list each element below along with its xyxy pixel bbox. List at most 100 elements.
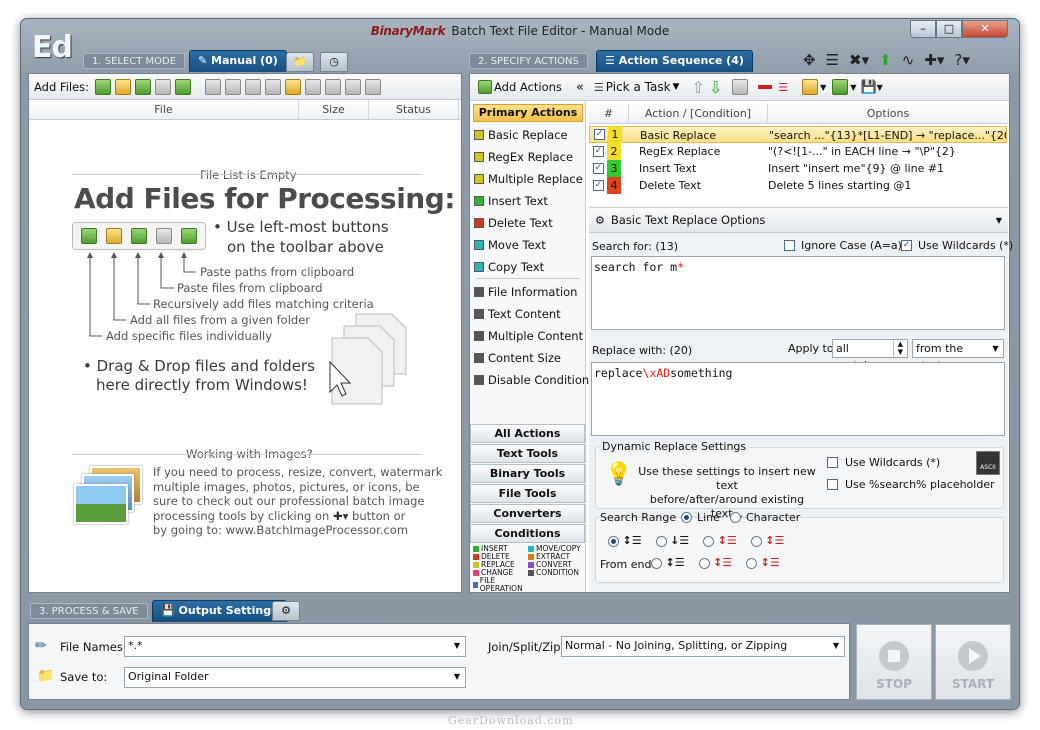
from-select[interactable]: from the start ▼ [912,339,1004,372]
action-item[interactable]: Delete Text [472,213,553,233]
maximize-button[interactable]: □ [936,20,962,38]
search-for-field[interactable]: search for m* [591,256,1005,330]
range-option[interactable]: ↓☰ [655,534,689,547]
add-recursive-icon[interactable] [135,78,152,95]
category-button[interactable]: Binary Tools [470,464,585,483]
checkbox[interactable] [827,479,838,490]
category-button[interactable]: Text Tools [470,444,585,463]
action-item[interactable]: Disable Condition [472,370,589,390]
copy-list-icon[interactable] [365,78,382,95]
radio[interactable] [698,557,710,569]
dyn-placeholder-checkbox[interactable]: Use %search% placeholder [827,478,995,491]
join-select[interactable]: Normal - No Joining, Splitting, or Zippi… [561,636,845,657]
row-checkbox[interactable]: ✓ [593,146,604,157]
rss-icon[interactable]: ∿ [902,51,915,69]
col-action[interactable]: Action / [Condition] [629,104,768,123]
action-item[interactable]: Multiple Content [472,326,583,346]
upload-icon[interactable]: ⬆ [879,51,892,69]
primary-actions-header[interactable]: Primary Actions [473,104,583,122]
sequence-row[interactable]: ✓ 3 Insert Text Insert "insert me"{9} @ lin… [589,160,1007,177]
chevron-down-icon[interactable]: ▼ [673,82,680,92]
spinner-icon[interactable]: ▲ ▼ [892,340,907,357]
range-char-radio[interactable]: Character [730,511,800,524]
tab-manual[interactable]: ✎ Manual (0) [189,50,287,72]
merge-icon[interactable] [305,78,322,95]
tab-output-settings[interactable]: 💾 Output Settings [152,600,287,622]
images-link[interactable]: by going to: www.BatchImageProcessor.com [153,523,442,538]
stop-button[interactable]: STOP [856,624,932,700]
range-option[interactable]: ↕☰ [746,556,780,569]
file-names-select[interactable]: *.* ▼ [124,636,466,657]
tab-advanced[interactable]: ⚙ [272,601,300,621]
radio[interactable] [681,512,692,523]
action-item[interactable]: Basic Replace [472,125,568,145]
tab-scheduled-mode[interactable]: ◷ [320,52,348,72]
chevron-down-icon[interactable]: ▼ [449,668,465,687]
tools-icon[interactable]: ✖▾ [849,51,869,69]
checkbox[interactable]: ✓ [901,240,912,251]
radio[interactable] [651,557,662,569]
paste-paths-icon[interactable] [175,78,192,95]
action-item[interactable]: Text Content [472,304,561,324]
sequence-row[interactable]: ✓ 1 Basic Replace "search ..."{13}*[L1-END]… [589,126,1007,143]
move-up-icon[interactable]: ⇧ [691,78,704,97]
range-option[interactable]: ↕☰ [703,534,737,547]
col-size[interactable]: Size [299,100,369,119]
help-icon[interactable]: ?▾ [954,51,970,69]
radio[interactable] [750,535,762,547]
radio[interactable] [746,557,758,569]
tab-folder-mode[interactable]: 📁 [286,52,314,72]
add-actions-button[interactable]: Add Actions [494,80,562,94]
minimize-button[interactable]: – [910,20,936,38]
radio[interactable] [655,535,667,547]
category-button[interactable]: All Actions [470,424,585,443]
chevron-down-icon[interactable]: ▼ [820,83,826,92]
action-item[interactable]: Copy Text [472,257,544,277]
radio[interactable] [730,512,741,523]
action-item[interactable]: Content Size [472,348,561,368]
ignore-case-checkbox[interactable]: Ignore Case (A=a) [784,239,902,252]
chevron-down-icon[interactable]: ▼ [988,340,1003,357]
close-button[interactable]: ✕ [962,20,1008,38]
chevron-down-icon[interactable]: ▼ [850,83,856,92]
start-button[interactable]: START [935,624,1011,700]
open-sequence-icon[interactable] [802,79,819,95]
list-icon[interactable] [265,78,282,95]
col-file[interactable]: File [29,100,299,119]
tab-action-sequence[interactable]: ☰ Action Sequence (4) [596,50,753,72]
range-option[interactable]: ↕☰ [698,556,732,569]
row-checkbox[interactable]: ✓ [594,129,605,140]
add-folder-icon[interactable] [115,78,132,95]
checkbox[interactable] [784,240,795,251]
save-to-select[interactable]: Original Folder ▼ [124,667,466,688]
open-list-icon[interactable] [285,78,302,95]
use-wildcards-checkbox[interactable]: ✓ Use Wildcards (*) [901,239,1013,252]
save-list-icon[interactable] [325,78,342,95]
col-number[interactable]: # [589,104,629,123]
row-checkbox[interactable]: ✓ [593,163,604,174]
action-item[interactable]: RegEx Replace [472,147,573,167]
action-item[interactable]: Multiple Replace [472,169,583,189]
clear-actions-icon[interactable]: ☰ [778,81,788,94]
range-option[interactable]: ↕☰ [651,556,685,569]
category-button[interactable]: File Tools [470,484,585,503]
pick-task-button[interactable]: Pick a Task [606,80,671,94]
add-menu-icon[interactable]: ✚▾ [924,51,944,69]
range-line-radio[interactable]: Line [681,511,720,524]
remove-icon[interactable] [205,78,222,95]
chevron-down-icon[interactable]: ▼ [828,637,844,656]
action-item[interactable]: Move Text [472,235,546,255]
checklist-icon[interactable]: ☰ [826,51,839,69]
dyn-wildcards-checkbox[interactable]: Use Wildcards (*) [827,456,940,469]
ascii-table-icon[interactable]: ASCII [976,451,1000,475]
action-item[interactable]: Insert Text [472,191,548,211]
category-button[interactable]: Conditions [470,524,585,543]
compass-icon[interactable]: ✥ [803,51,816,69]
row-checkbox[interactable]: ✓ [593,180,604,191]
sequence-row[interactable]: ✓ 4 Delete Text Delete 5 lines starting @1 [589,177,1007,194]
col-options[interactable]: Options [768,104,1008,123]
chevron-down-icon[interactable]: ▼ [449,637,465,656]
move-down-icon[interactable]: ⇩ [709,78,722,97]
chevron-down-icon[interactable]: ▼ [996,216,1002,225]
paste-files-icon[interactable] [155,78,172,95]
